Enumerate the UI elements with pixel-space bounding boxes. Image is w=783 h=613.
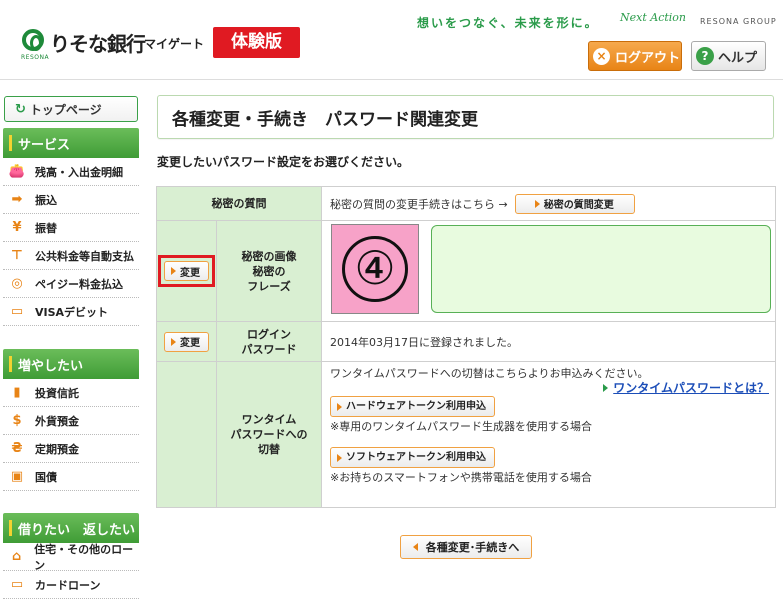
chart-icon: ▮ [13, 385, 21, 400]
sidebar-item-investment-trust[interactable]: ▮ 投資信託 [3, 379, 139, 407]
highlight-box: 変更 [158, 255, 215, 287]
login-password-button-cell: 変更 [156, 321, 217, 362]
arrow-right-icon [534, 199, 540, 208]
card-icon: ▭ [10, 577, 24, 592]
sidebar-item-home-loan[interactable]: ⌂ 住宅・その他のローン [3, 543, 139, 572]
arrow-right-icon [337, 402, 342, 411]
sidebar-item-card-loan[interactable]: ▭ カードローン [3, 571, 139, 599]
refresh-icon: ↻ [15, 101, 26, 117]
back-to-procedures-button[interactable]: 各種変更･手続きへ [400, 535, 532, 559]
faucet-icon: ⊤ [11, 248, 23, 263]
instruction-text: 変更したいパスワード設定をお選びください。 [157, 155, 410, 169]
help-button[interactable]: ? ヘルプ [691, 41, 766, 71]
top-page-label: トップページ [29, 102, 102, 117]
sidebar-item-payeasy[interactable]: ◎ ペイジー料金払込 [3, 270, 139, 298]
sidebar-item-time-deposit[interactable]: ₴ 定期預金 [3, 435, 139, 463]
resona-logo-icon [22, 29, 44, 51]
transfer-icon: ➡ [11, 192, 23, 207]
mygate-label: マイゲート [144, 37, 205, 51]
arrow-right-icon [171, 337, 176, 346]
arrow-right-icon [171, 267, 176, 275]
trial-badge: 体験版 [213, 27, 300, 58]
login-password-label: ログイン パスワード [216, 321, 322, 362]
onetime-link-row: ワンタイムパスワードとは？ [330, 381, 775, 396]
onetime-empty-cell [156, 361, 217, 508]
onetime-intro: ワンタイムパスワードへの切替はこちらよりお申込みください。 [330, 367, 649, 380]
secret-image-change-button[interactable]: 変更 [164, 261, 209, 281]
hw-token-note: ※専用のワンタイムパスワード生成器を使用する場合 [330, 420, 592, 433]
arrow-left-icon [412, 543, 418, 551]
secret-question-text: 秘密の質問の変更手続きはこちら → [330, 197, 508, 211]
sw-token-note: ※お持ちのスマートフォンや携帯電話を使用する場合 [330, 471, 592, 484]
sidebar-item-foreign-deposit[interactable]: $ 外貨預金 [3, 407, 139, 435]
secret-image: ④ [331, 224, 419, 314]
close-icon: × [593, 47, 610, 65]
sw-token-row: ソフトウェアトークン利用申込 [330, 447, 775, 468]
question-icon: ? [696, 47, 714, 65]
table-row-secret-question: 秘密の質問 秘密の質問の変更手続きはこちら → 秘密の質問変更 [156, 186, 776, 221]
password-settings-table: 秘密の質問 秘密の質問の変更手続きはこちら → 秘密の質問変更 変更 秘密の画像… [156, 186, 776, 508]
sidebar-item-visa-debit[interactable]: ▭ VISAデビット [3, 298, 139, 326]
table-row-onetime: ワンタイム パスワードへの 切替 ワンタイムパスワードへの切替はこちらよりお申込… [156, 361, 776, 508]
sidebar-group-loans: 借りたい 返したい ⌂ 住宅・その他のローン ▭ カードローン [3, 513, 139, 599]
onetime-cell: ワンタイムパスワードへの切替はこちらよりお申込みください。 ワンタイムパスワード… [321, 361, 776, 508]
sidebar-item-government-bond[interactable]: ▣ 国債 [3, 463, 139, 491]
sidebar-item-account-transfer[interactable]: ¥ 振替 [3, 214, 139, 242]
secret-image-label: 秘密の画像 秘密の フレーズ [216, 220, 322, 322]
sidebar-group-grow: 増やしたい ▮ 投資信託 $ 外貨預金 ₴ 定期預金 ▣ 国債 [3, 349, 139, 491]
sidebar-group-title: サービス [3, 128, 139, 158]
logout-button[interactable]: × ログアウト [588, 41, 682, 71]
debit-card-icon: ▭ [10, 304, 24, 319]
secret-image-cell: ④ [321, 220, 776, 322]
back-button-label: 各種変更･手続きへ [425, 541, 520, 554]
sidebar-group-title: 増やしたい [3, 349, 139, 379]
header: RESONA りそな銀行 マイゲート 体験版 想いをつなぐ、未来を形に。 Nex… [0, 0, 783, 80]
house-icon: ⌂ [11, 549, 22, 564]
help-label: ヘルプ [718, 50, 758, 66]
arrow-right-icon [603, 384, 609, 392]
sw-token-apply-button[interactable]: ソフトウェアトークン利用申込 [330, 447, 495, 468]
wallet-icon: 👛 [8, 164, 26, 179]
secret-image-button-cell: 変更 [156, 220, 217, 322]
onetime-label: ワンタイム パスワードへの 切替 [216, 361, 322, 508]
next-action-logo: Next Action [620, 11, 687, 24]
secret-question-cell: 秘密の質問の変更手続きはこちら → 秘密の質問変更 [321, 186, 776, 221]
table-row-secret-image: 変更 秘密の画像 秘密の フレーズ ④ [156, 220, 776, 322]
page-title: 各種変更・手続き パスワード関連変更 [157, 95, 774, 139]
onetime-about-link[interactable]: ワンタイムパスワードとは？ [613, 381, 769, 395]
arrow-right-icon [337, 453, 342, 462]
logo-sub: RESONA [21, 54, 50, 61]
payeasy-icon: ◎ [11, 276, 23, 291]
yen-exchange-icon: ¥ [12, 220, 22, 235]
table-row-login-password: 変更 ログイン パスワード 2014年03月17日に登録されました。 [156, 321, 776, 362]
sidebar-item-transfer[interactable]: ➡ 振込 [3, 186, 139, 214]
secret-question-label: 秘密の質問 [156, 186, 322, 221]
login-password-change-button[interactable]: 変更 [164, 331, 209, 352]
bond-icon: ▣ [10, 469, 24, 484]
top-page-button[interactable]: ↻ トップページ [4, 96, 138, 122]
hw-token-apply-button[interactable]: ハードウェアトークン利用申込 [330, 396, 495, 417]
slogan: 想いをつなぐ、未来を形に。 [417, 16, 599, 30]
secret-image-number: ④ [342, 236, 408, 302]
money-bag-icon: ₴ [11, 441, 23, 456]
logout-label: ログアウト [615, 50, 681, 66]
sidebar-group-services: サービス 👛 残高・入出金明細 ➡ 振込 ¥ 振替 ⊤ 公共料金等自動支払 ◎ ペイジー料… [3, 128, 139, 326]
sidebar-item-balance[interactable]: 👛 残高・入出金明細 [3, 158, 139, 186]
dollar-icon: $ [12, 413, 22, 428]
sidebar-group-title: 借りたい 返したい [3, 513, 139, 543]
resona-group-label: RESONA GROUP [700, 17, 777, 26]
bank-name: りそな銀行 [50, 32, 146, 56]
login-password-status: 2014年03月17日に登録されました。 [321, 321, 776, 362]
sidebar-item-utilities[interactable]: ⊤ 公共料金等自動支払 [3, 242, 139, 270]
secret-phrase-box [431, 225, 771, 313]
hw-token-row: ハードウェアトークン利用申込 [330, 396, 775, 417]
secret-question-change-button[interactable]: 秘密の質問変更 [515, 193, 636, 214]
